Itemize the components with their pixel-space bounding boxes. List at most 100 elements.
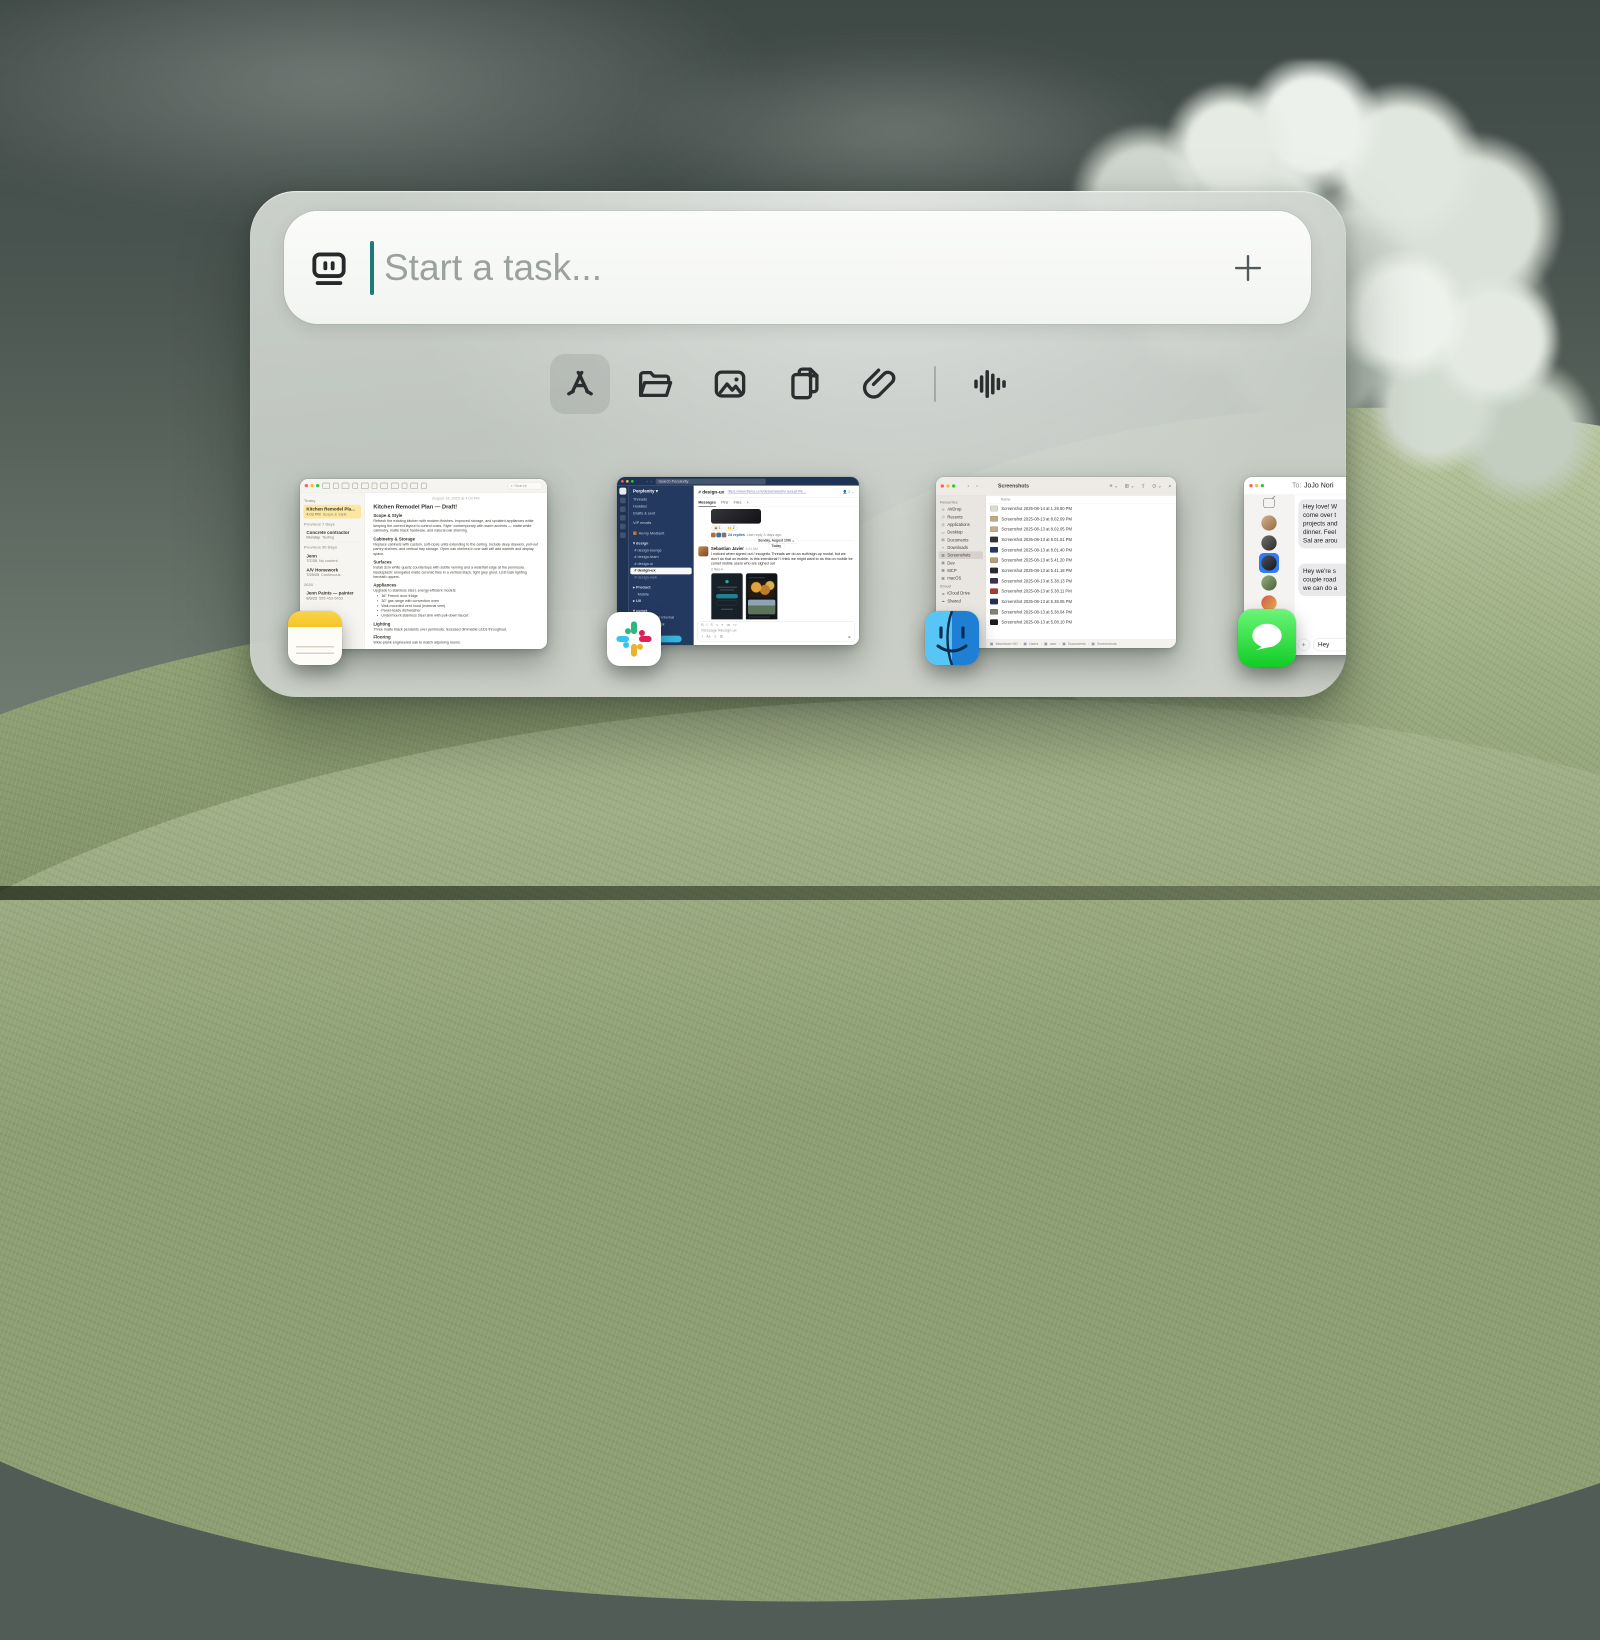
workspace-icon — [619, 488, 626, 495]
path-segment: ▦user — [1041, 642, 1057, 646]
messages-app-icon[interactable] — [1238, 609, 1296, 667]
note-content: August 14, 2025 at 4:03 PM Kitchen Remod… — [365, 493, 547, 649]
sidebar-section-label: iCloud — [940, 584, 982, 588]
file-row: Screenshot 2025-08-13 at 8.01.51 PM — [986, 534, 1176, 544]
finder-app-icon[interactable] — [925, 611, 979, 665]
reaction-pill: 🙌 2 — [725, 525, 738, 531]
message-line: Sal are arou — [1303, 537, 1346, 545]
notes-app-icon[interactable] — [288, 611, 342, 665]
back-forward-buttons: ‹ › — [967, 483, 980, 490]
toolbar-icon: ⊞ ⌄ — [1125, 483, 1135, 489]
file-name: Screenshot 2025-08-13 at 5.38.04 PM — [1001, 610, 1072, 615]
path-segment: ▦Users — [1020, 642, 1038, 646]
composer-bottom-bar: +Aa☺@ ▶ — [701, 635, 851, 639]
sidebar-item-icon: Ⓐ — [941, 522, 945, 527]
note-paragraph: Three matte black pendants over peninsul… — [373, 627, 538, 632]
note-date: August 14, 2025 at 4:03 PM — [373, 497, 538, 501]
plus-icon[interactable] — [1229, 249, 1267, 287]
sidebar-item-icon: ▦ — [941, 553, 945, 557]
toolbar-icon — [380, 483, 388, 489]
message-line: Hey love! W — [1303, 503, 1346, 511]
folder-button[interactable] — [625, 354, 685, 414]
section-label: Previous 30 Days — [304, 545, 360, 550]
note-paragraph: Refresh the existing kitchen with modern… — [373, 519, 538, 534]
note-list-item: A/V Homework 7/29/25Continuous — [303, 565, 361, 579]
channel-members: 👤 2 ⌄ — [843, 490, 855, 494]
apps-button[interactable] — [550, 354, 610, 414]
zoom-button — [952, 484, 955, 487]
minimize-button — [310, 484, 313, 487]
slack-app-icon[interactable] — [607, 612, 661, 666]
close-button — [305, 484, 308, 487]
message-line: come over t — [1303, 511, 1346, 519]
file-name: Screenshot 2025-08-13 at 5.38.11 PM — [1001, 589, 1071, 594]
later-icon — [620, 524, 626, 530]
zoom-button — [316, 484, 319, 487]
image-button[interactable] — [700, 354, 760, 414]
toolbar-icon — [402, 483, 408, 489]
sidebar-item: ☁Shared — [939, 597, 983, 605]
copy-button[interactable] — [775, 354, 835, 414]
slack-sidebar-item: # design-web — [630, 574, 691, 581]
recipient-name: JoJo Nori — [1304, 482, 1334, 490]
message-list: 😀 1🙌 2 24 replies Last reply 3 days ago … — [694, 507, 859, 619]
note-heading: Scope & Style — [373, 513, 538, 518]
sidebar-item: ▦MCP — [939, 567, 983, 575]
sidebar-item-icon: ◷ — [941, 515, 945, 519]
composer-icon: Aa — [706, 635, 710, 639]
channel-header: # design-ux https://www.figma.com/design… — [694, 486, 859, 498]
finder-toolbar: ‹ › Screenshots ≡ ⌄⊞ ⌄⇧⊙ ⌄⌕ — [936, 477, 1176, 495]
thread-replies-meta: Last reply 3 days ago — [747, 533, 782, 537]
note-paragraph: Wide-plank engineered oak to match adjoi… — [373, 640, 538, 645]
sidebar-item: ⒶApplications — [939, 521, 983, 529]
close-button — [621, 480, 624, 483]
slack-logo-icon — [615, 620, 653, 658]
channel-tab: Pins — [721, 500, 728, 504]
message-line: dinner. Feel — [1303, 528, 1346, 536]
sidebar-item: ◎AirDrop — [939, 505, 983, 513]
file-name: Screenshot 2025-08-13 at 5.41.20 PM — [1001, 558, 1072, 563]
attachment-button[interactable] — [850, 354, 910, 414]
speech-bubble-icon — [1245, 616, 1289, 660]
sidebar-item-icon: ◎ — [941, 507, 945, 511]
message-composer: + Hey — [1298, 638, 1346, 651]
avatar — [1261, 535, 1276, 550]
note-bullets: 36" French door fridge30" gas range with… — [381, 594, 538, 619]
note-paragraph: Replace cabinets with custom, soft-close… — [373, 542, 538, 557]
minimize-button — [626, 480, 629, 483]
file-row: Screenshot 2025-08-13 at 5.41.18 PM — [986, 565, 1176, 575]
sidebar-item-icon: ▦ — [941, 568, 945, 572]
message-line: projects and — [1303, 520, 1346, 528]
task-input[interactable] — [384, 247, 1229, 289]
apps-icon — [559, 363, 601, 405]
sidebar-item: ▦macOS — [939, 574, 983, 582]
file-row: Screenshot 2025-08-13 at 8.02.05 PM — [986, 524, 1176, 534]
toolbar-icon — [421, 483, 427, 489]
message-line: we can do a — [1303, 584, 1346, 592]
channel-tab: Files — [734, 500, 742, 504]
slack-search-bar: Search Perplexity — [656, 479, 766, 485]
channel-name: # design-ux — [698, 489, 724, 494]
format-icon: ∿ — [716, 623, 719, 627]
note-title: Kitchen Remodel Plan — Draft! — [373, 503, 538, 510]
channel-tab: + — [747, 500, 749, 504]
attachments — [711, 573, 854, 619]
task-search-bar[interactable] — [284, 211, 1311, 324]
message-time: 9:41 AM — [746, 547, 758, 551]
slack-sidebar-item: ▸ UX — [630, 598, 691, 605]
sidebar-item: ◷Recents — [939, 513, 983, 521]
waveform-icon — [969, 363, 1011, 405]
note-list-item: Concrete contractor MondayTesting — [303, 528, 361, 542]
incoming-bubble: Hey we're scouple roadwe can do a — [1298, 564, 1346, 596]
slack-sidebar-item: Mobile — [630, 591, 691, 598]
voice-button[interactable] — [960, 354, 1020, 414]
window-controls — [1249, 484, 1264, 487]
toolbar-icon — [333, 483, 339, 489]
avatar — [1261, 555, 1276, 570]
file-row: Screenshot 2025-08-13 at 5.38.13 PM — [986, 576, 1176, 586]
plus-icon: + — [1298, 639, 1310, 651]
toolbar-icon — [391, 483, 399, 489]
message-composer: BIS∿≡≔<> Message #design-ux +Aa☺@ ▶ — [698, 621, 855, 641]
reaction-pill: 😀 1 — [711, 525, 724, 531]
slack-titlebar: ‹ › Search Perplexity — [617, 477, 859, 486]
